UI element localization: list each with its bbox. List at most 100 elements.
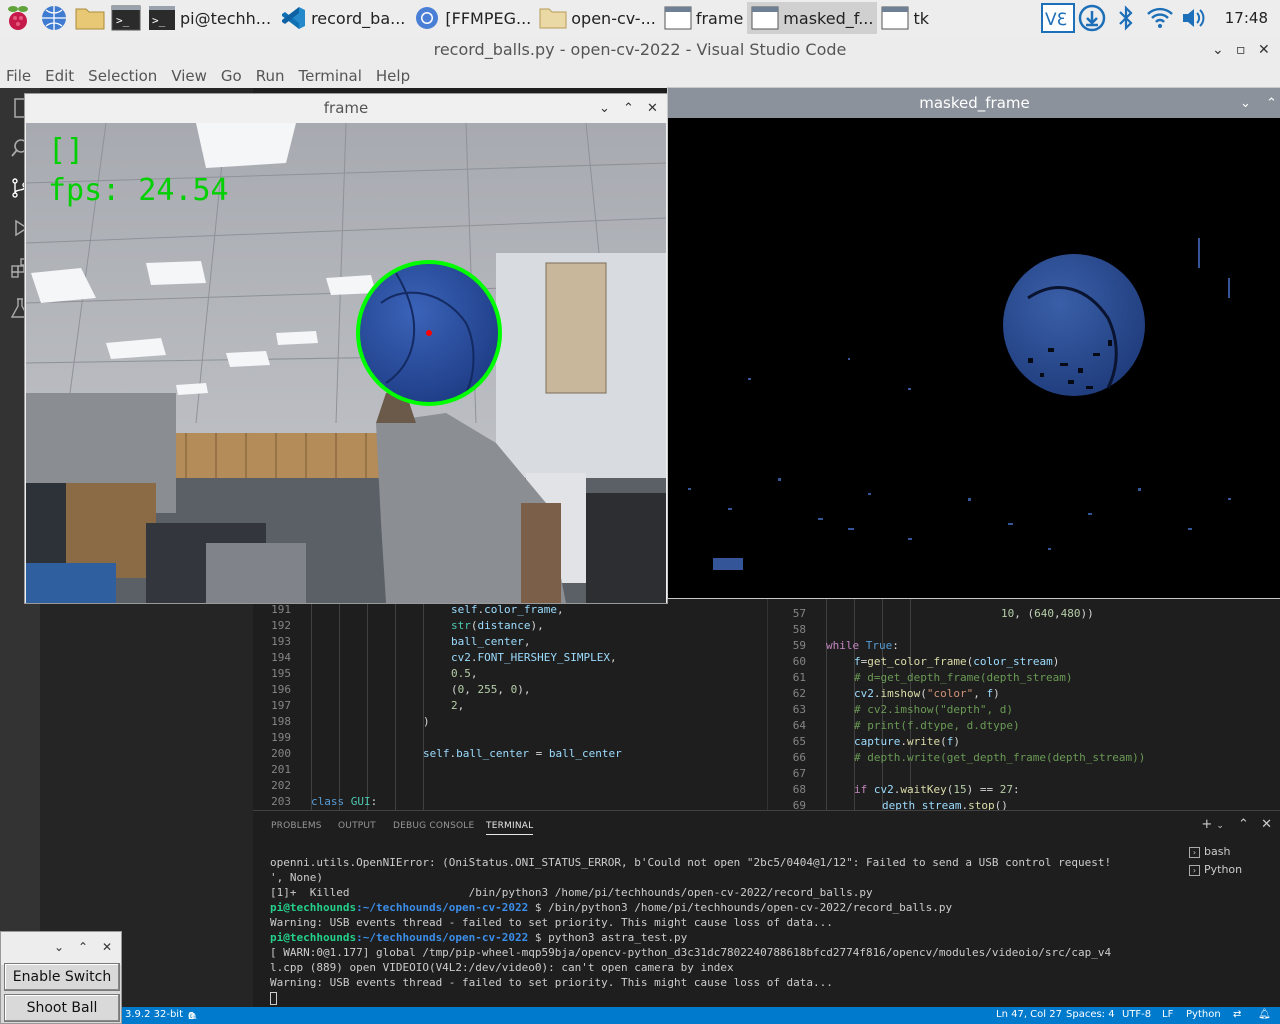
terminal-line: Warning: USB events thread - failed to s… [270,976,833,989]
live-share-icon[interactable]: ⇄ [1233,1009,1241,1020]
terminal-list-item-python[interactable]: › Python [1189,861,1279,879]
task-label: pi@techh... [180,8,272,28]
vnc-icon[interactable]: Vℇ [1040,2,1075,34]
line-ending[interactable]: LF [1162,1009,1173,1020]
notifications-icon[interactable]: 🔔︎ [1258,1009,1271,1020]
frame-titlebar[interactable]: frame ⌄ ⌃ ✕ [25,94,667,123]
terminal-list-item-bash[interactable]: › bash [1189,843,1279,861]
prompt-symbol: $ [528,931,549,944]
terminal-line: l.cpp (889) open VIDEOIO(V4L2:/dev/video… [270,961,734,974]
task-label: masked_f... [783,8,874,28]
task-frame[interactable]: frame [660,2,747,34]
download-icon[interactable] [1075,2,1109,34]
task-label: [FFMPEG... [445,8,532,28]
terminal-output[interactable]: openni.utils.OpenNIError: (OniStatus.ONI… [270,855,1170,1005]
panel-actions: + ⌄ ⌃ ✕ [1201,817,1272,832]
tk-titlebar[interactable]: ⌄ ⌃ ✕ [1,932,121,965]
web-browser-icon[interactable] [38,2,70,34]
python-interpreter[interactable]: 3.9.2 32-bit [125,1009,183,1020]
task-vscode[interactable]: record_ba... [275,2,409,34]
bluetooth-icon[interactable] [1109,2,1143,34]
menu-go[interactable]: Go [221,67,242,85]
menu-help[interactable]: Help [376,67,410,85]
prompt-user: pi@techhounds [270,901,357,914]
task-label: open-cv-... [571,8,656,28]
terminal-command: /bin/python3 /home/pi/techhounds/open-cv… [548,901,953,914]
raspberry-menu-icon[interactable] [2,2,34,34]
vscode-icon [279,5,307,31]
close-icon[interactable]: ✕ [1258,36,1270,64]
minimize-icon[interactable]: ⌄ [1240,88,1251,119]
status-bar: 3.9.2 32-bit ⊗ 0 ⚠ 0 Ln 47, Col 27 Space… [0,1007,1280,1024]
system-tray: Vℇ 17:48 [1040,0,1280,36]
maximize-icon[interactable]: ⌃ [623,94,634,123]
editor-minimap [693,594,767,810]
bottom-panel: PROBLEMS OUTPUT DEBUG CONSOLE TERMINAL +… [253,810,1280,1007]
terminal-dropdown-icon[interactable]: ⌄ [1216,821,1224,831]
tab-output[interactable]: OUTPUT [338,821,376,831]
editor-record-balls[interactable]: 191 self.color_frame, 192 str(distance), 1… [253,594,693,810]
window-title: record_balls.py - open-cv-2022 - Visual … [433,40,847,59]
panel-tabs: PROBLEMS OUTPUT DEBUG CONSOLE TERMINAL +… [253,811,1280,841]
task-chromium[interactable]: [FFMPEG... [409,2,535,34]
task-masked-frame[interactable]: masked_f... [747,2,878,34]
terminal-line: [ WARN:0@1.177] global /tmp/pip-wheel-mq… [270,946,1112,959]
menu-selection[interactable]: Selection [88,67,157,85]
minimize-icon[interactable]: ⌄ [599,94,610,123]
task-tk[interactable]: tk [877,2,933,34]
task-label: tk [913,8,929,28]
language-mode[interactable]: Python [1186,1009,1221,1020]
masked-image [668,118,1280,598]
wifi-icon[interactable] [1143,2,1177,34]
close-icon[interactable]: ✕ [102,940,112,954]
vscode-titlebar: record_balls.py - open-cv-2022 - Visual … [0,36,1280,64]
fps-readout: fps: 24.54 [48,173,229,208]
taskbar: >_ >_ pi@techh... record_ba... [FFMPEG..… [0,0,1280,36]
menu-run[interactable]: Run [256,67,285,85]
desktop: >_ >_ pi@techh... record_ba... [FFMPEG..… [0,0,1280,1024]
maximize-icon[interactable]: ⌃ [78,940,88,954]
tab-terminal[interactable]: TERMINAL [486,821,534,835]
cursor-position[interactable]: Ln 47, Col 27 [996,1009,1062,1020]
menu-edit[interactable]: Edit [45,67,74,85]
menu-terminal[interactable]: Terminal [299,67,362,85]
vscode-menubar: File Edit Selection View Go Run Terminal… [0,64,1280,88]
editor-astra-test[interactable]: 57 10, (640,480)) 58 59 while True: 60 f=ge… [767,594,1280,810]
minimize-icon[interactable]: ⌄ [54,940,64,954]
minimize-icon[interactable]: ⌄ [1212,36,1224,64]
svg-text:>_: >_ [152,14,166,27]
tab-problems[interactable]: PROBLEMS [271,821,322,831]
tab-debug-console[interactable]: DEBUG CONSOLE [393,821,474,831]
folder-icon [539,5,567,31]
masked-titlebar[interactable]: masked_frame ⌄ ⌃ [668,88,1280,118]
terminal-prompt-line: pi@techhounds:~/techhounds/open-cv-2022 … [270,930,1170,945]
terminal-list: › bash › Python [1189,843,1279,879]
task-label: frame [695,8,744,28]
frame-window: frame ⌄ ⌃ ✕ [] fps: 24.54 [24,93,668,604]
task-folder[interactable]: open-cv-... [535,2,660,34]
tk-window: ⌄ ⌃ ✕ Enable Switch Shoot Ball [0,931,122,1024]
enable-switch-button[interactable]: Enable Switch [4,963,120,991]
window-icon [881,5,909,31]
camera-color-frame: [] fps: 24.54 [26,123,666,603]
volume-icon[interactable] [1177,2,1211,34]
window-title: frame [323,99,369,117]
close-panel-icon[interactable]: ✕ [1261,817,1272,832]
maximize-icon[interactable]: ⌃ [1266,88,1277,119]
maximize-icon[interactable]: ▫ [1236,36,1246,64]
terminal-cursor [270,991,277,1005]
window-icon [664,5,692,31]
encoding[interactable]: UTF-8 [1122,1009,1151,1020]
terminal-icon: › [1189,864,1200,876]
clock[interactable]: 17:48 [1211,9,1280,27]
file-manager-icon[interactable] [74,2,106,34]
indentation[interactable]: Spaces: 4 [1066,1009,1115,1020]
maximize-panel-icon[interactable]: ⌃ [1238,817,1249,832]
close-icon[interactable]: ✕ [647,94,658,123]
shoot-ball-button[interactable]: Shoot Ball [4,994,120,1022]
task-terminal[interactable]: >_ pi@techh... [144,2,275,34]
menu-file[interactable]: File [6,67,31,85]
new-terminal-icon[interactable]: + [1201,817,1212,832]
terminal-launcher-icon[interactable]: >_ [110,2,142,34]
menu-view[interactable]: View [171,67,207,85]
